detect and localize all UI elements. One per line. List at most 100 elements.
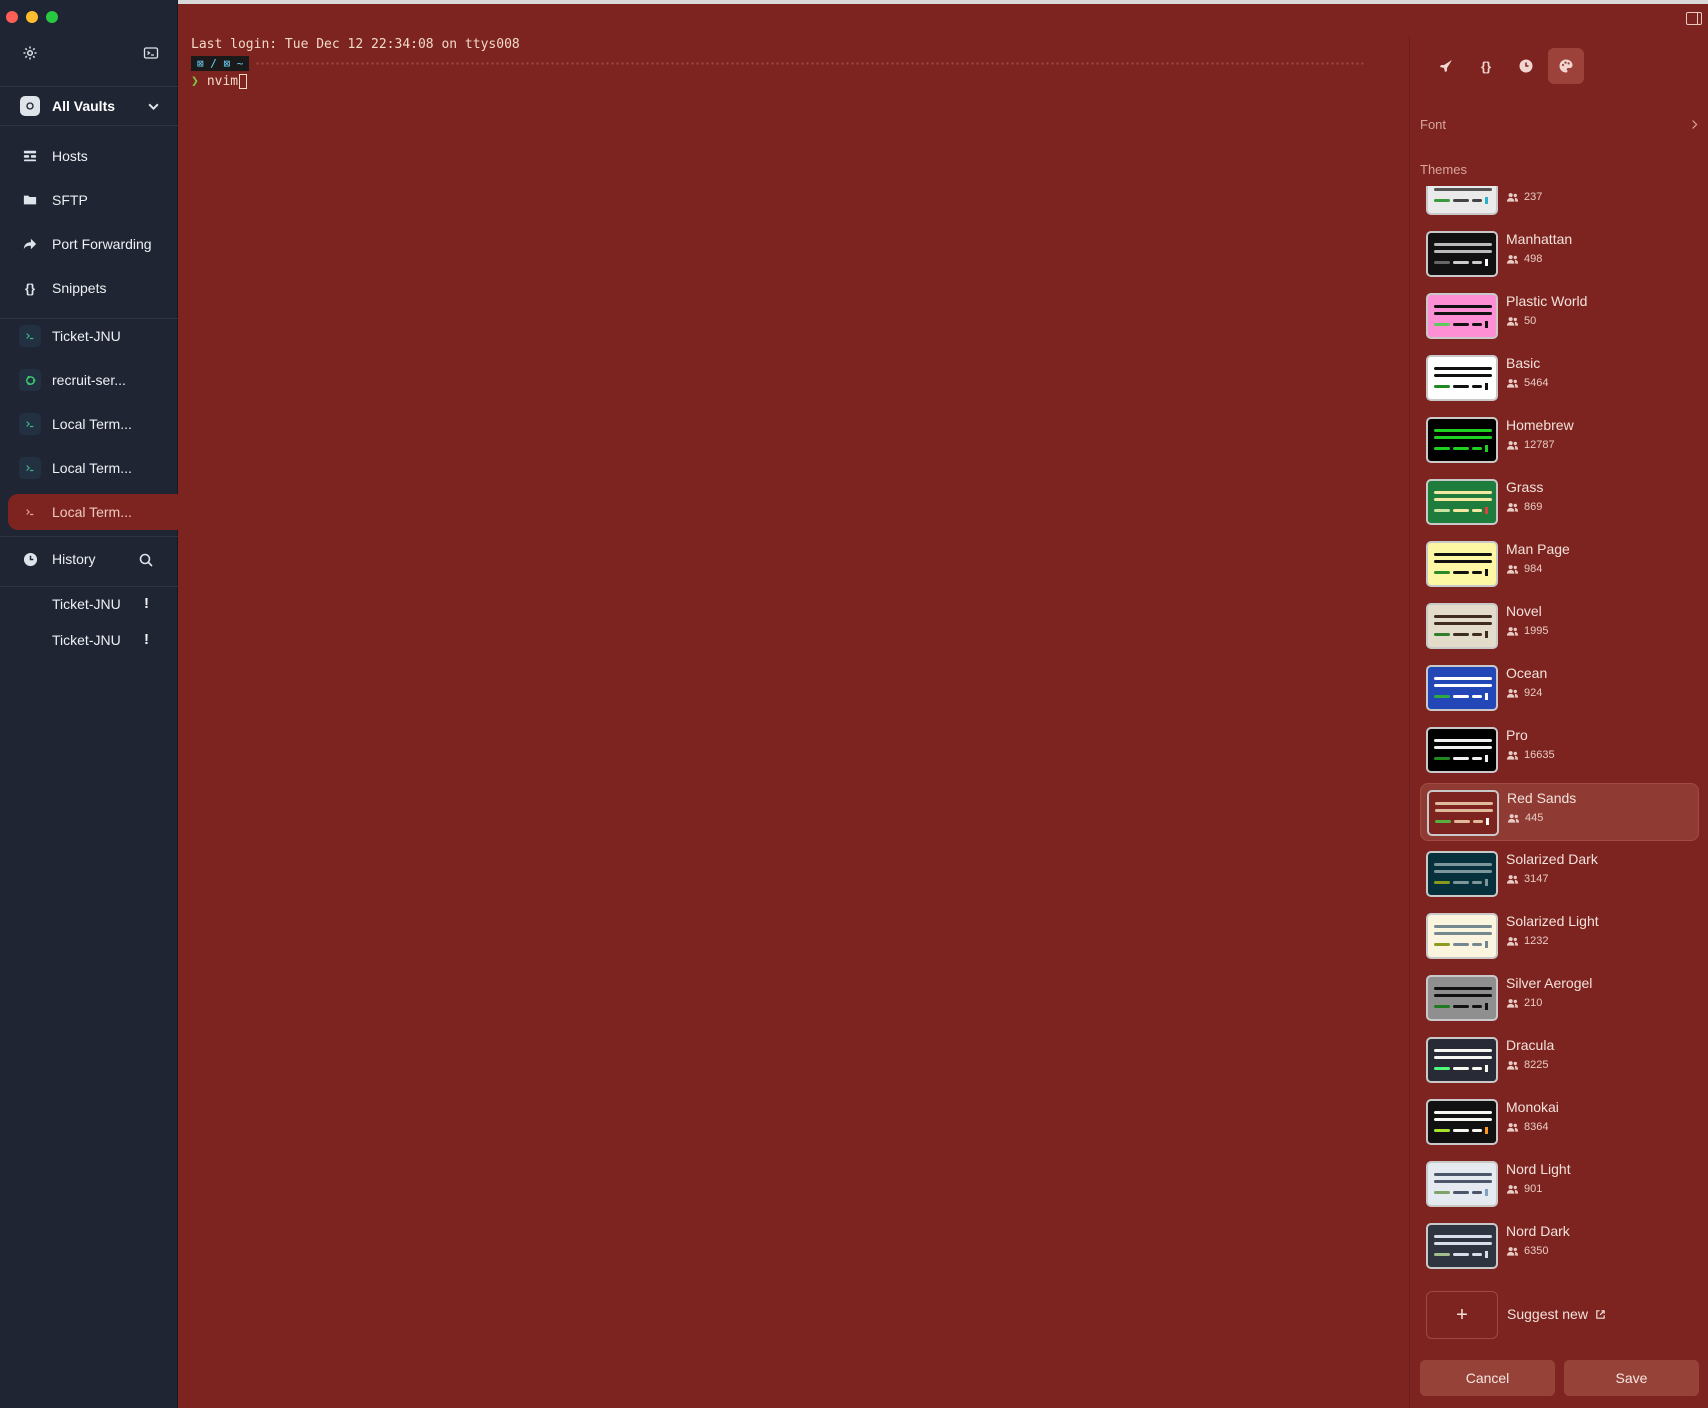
- theme-item[interactable]: Man Page 984: [1420, 535, 1699, 593]
- theme-item[interactable]: Novel 1995: [1420, 597, 1699, 655]
- prompt-path-segment: ⊠ / ⊠ ~: [191, 56, 250, 71]
- theme-preview-line: [1485, 383, 1488, 390]
- tab-appearance[interactable]: [1548, 48, 1584, 84]
- theme-item[interactable]: Red Sands 445: [1420, 783, 1699, 841]
- theme-preview-line: [1434, 615, 1492, 618]
- theme-preview-line: [1472, 447, 1482, 450]
- theme-preview-line: [1434, 1067, 1450, 1070]
- theme-preview-line: [1453, 1191, 1469, 1194]
- theme-list[interactable]: Material Light237 Manhattan 498 Plastic Wor…: [1420, 186, 1706, 1296]
- users-icon: [1506, 689, 1519, 698]
- theme-preview-line: [1434, 870, 1492, 873]
- theme-count-value: 924: [1524, 687, 1543, 699]
- sidebar-item-snippets[interactable]: {} Snippets: [8, 270, 178, 306]
- save-button[interactable]: Save: [1564, 1360, 1699, 1396]
- theme-item[interactable]: Manhattan 498: [1420, 225, 1699, 283]
- theme-user-count: 984: [1506, 563, 1542, 575]
- sidebar-tab-local-terminal-2[interactable]: Local Term...: [8, 450, 178, 486]
- theme-name: Red Sands: [1507, 790, 1577, 806]
- theme-preview-line: [1472, 571, 1482, 574]
- sidebar-item-hosts[interactable]: Hosts: [8, 138, 178, 174]
- theme-item[interactable]: Nord Dark 6350: [1420, 1217, 1699, 1275]
- theme-item[interactable]: Ocean 924: [1420, 659, 1699, 717]
- theme-count-value: 12787: [1524, 439, 1555, 451]
- sidebar-tab-recruit-server[interactable]: recruit-ser...: [8, 362, 178, 398]
- theme-preview: [1426, 186, 1498, 215]
- theme-preview-line: [1434, 305, 1492, 308]
- theme-item[interactable]: Grass 869: [1420, 473, 1699, 531]
- theme-item[interactable]: Monokai 8364: [1420, 1093, 1699, 1151]
- theme-preview-line: [1453, 199, 1469, 202]
- search-icon[interactable]: [135, 549, 157, 571]
- theme-item[interactable]: Silver Aerogel 210: [1420, 969, 1699, 1027]
- users-icon: [1507, 814, 1520, 823]
- tab-connect[interactable]: [1428, 48, 1464, 84]
- theme-preview-line: [1485, 693, 1488, 700]
- new-terminal-icon[interactable]: [140, 42, 162, 64]
- close-window-button[interactable]: [6, 11, 18, 23]
- theme-name: Nord Light: [1506, 1161, 1571, 1177]
- theme-item[interactable]: Solarized Light 1232: [1420, 907, 1699, 965]
- theme-preview: [1426, 1223, 1498, 1269]
- theme-preview-line: [1434, 491, 1492, 494]
- theme-preview-line: [1434, 1118, 1492, 1121]
- history-item[interactable]: Ticket-JNU: [52, 632, 121, 648]
- theme-preview-line: [1485, 1189, 1488, 1196]
- theme-item[interactable]: Homebrew 12787: [1420, 411, 1699, 469]
- sidebar-tab-local-terminal-1[interactable]: Local Term...: [8, 406, 178, 442]
- terminal-output[interactable]: Last login: Tue Dec 12 22:34:08 on ttys0…: [179, 4, 1409, 1408]
- users-icon: [1506, 1061, 1519, 1070]
- vault-selector[interactable]: All Vaults: [0, 86, 178, 126]
- theme-item[interactable]: Material Light237: [1420, 186, 1699, 221]
- theme-preview-line: [1434, 385, 1450, 388]
- minimize-window-button[interactable]: [26, 11, 38, 23]
- theme-count-value: 8225: [1524, 1059, 1549, 1071]
- theme-user-count: 3147: [1506, 873, 1548, 885]
- theme-item[interactable]: Dracula 8225: [1420, 1031, 1699, 1089]
- braces-icon: {}: [24, 280, 36, 296]
- theme-preview-line: [1434, 188, 1492, 191]
- theme-preview-line: [1434, 1173, 1492, 1176]
- theme-preview-line: [1472, 881, 1482, 884]
- sidebar-tab-label: Local Term...: [52, 460, 132, 476]
- folder-icon: [22, 192, 38, 208]
- sidebar-item-sftp[interactable]: SFTP: [8, 182, 178, 218]
- tab-history[interactable]: [1508, 48, 1544, 84]
- theme-preview-line: [1434, 199, 1450, 202]
- sidebar-item-port-forwarding[interactable]: Port Forwarding: [8, 226, 178, 262]
- cancel-button[interactable]: Cancel: [1420, 1360, 1555, 1396]
- theme-item[interactable]: Nord Light 901: [1420, 1155, 1699, 1213]
- plus-icon[interactable]: +: [1426, 1291, 1498, 1339]
- theme-preview-line: [1472, 509, 1482, 512]
- sidebar-toggle-icon[interactable]: [1686, 12, 1702, 25]
- theme-user-count: 901: [1506, 1183, 1542, 1195]
- font-setting[interactable]: Font: [1420, 114, 1699, 134]
- theme-preview-line: [1472, 1253, 1482, 1256]
- theme-item[interactable]: Solarized Dark 3147: [1420, 845, 1699, 903]
- theme-preview-line: [1434, 695, 1450, 698]
- theme-preview-line: [1486, 818, 1489, 825]
- tab-snippets[interactable]: {}: [1468, 48, 1504, 84]
- grid-icon: [22, 148, 38, 164]
- sidebar-tab-label: Local Term...: [52, 416, 132, 432]
- theme-item[interactable]: Pro 16635: [1420, 721, 1699, 779]
- theme-item[interactable]: Basic 5464: [1420, 349, 1699, 407]
- theme-preview: [1426, 913, 1498, 959]
- theme-preview-line: [1453, 1005, 1469, 1008]
- theme-preview-line: [1473, 820, 1483, 823]
- sidebar-tab-local-terminal-3[interactable]: Local Term...: [8, 494, 178, 530]
- zoom-window-button[interactable]: [46, 11, 58, 23]
- suggest-new-theme[interactable]: + Suggest new: [1420, 1291, 1699, 1339]
- theme-name: Grass: [1506, 479, 1544, 495]
- theme-user-count: 5464: [1506, 377, 1548, 389]
- command-line[interactable]: ❯ nvim: [191, 74, 248, 89]
- gear-icon[interactable]: [19, 42, 41, 64]
- theme-preview-line: [1453, 633, 1469, 636]
- history-item[interactable]: Ticket-JNU: [52, 596, 121, 612]
- theme-count-value: 3147: [1524, 873, 1549, 885]
- sidebar-tab-ticket-jnu[interactable]: Ticket-JNU: [8, 318, 178, 354]
- theme-user-count: 869: [1506, 501, 1542, 513]
- theme-name: Basic: [1506, 355, 1541, 371]
- theme-name: Novel: [1506, 603, 1542, 619]
- theme-item[interactable]: Plastic World 50: [1420, 287, 1699, 345]
